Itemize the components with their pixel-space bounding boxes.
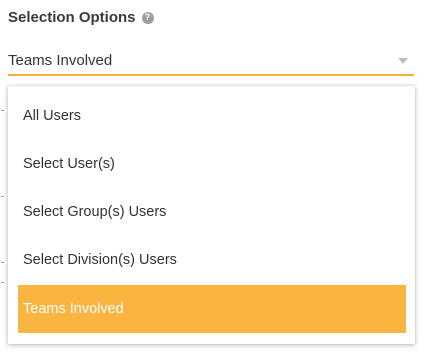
option-label: Select User(s) <box>23 156 115 172</box>
option-label: Teams Involved <box>23 301 124 317</box>
option-select-division-users[interactable]: Select Division(s) Users <box>18 236 406 284</box>
option-select-group-users[interactable]: Select Group(s) Users <box>18 188 406 236</box>
help-icon[interactable]: ? <box>141 11 154 24</box>
option-label: Select Division(s) Users <box>23 252 177 268</box>
background-divider <box>1 282 4 283</box>
select-current-value: Teams Involved <box>8 52 113 69</box>
background-divider <box>1 110 4 111</box>
option-select-users[interactable]: Select User(s) <box>18 140 406 188</box>
option-label: Select Group(s) Users <box>23 204 167 220</box>
selection-dropdown-menu: All Users Select User(s) Select Group(s)… <box>8 86 415 344</box>
section-title: Selection Options ? <box>8 9 154 26</box>
option-label: All Users <box>23 108 82 124</box>
selection-select[interactable]: Teams Involved <box>8 46 414 76</box>
background-divider <box>1 262 4 263</box>
background-divider <box>1 196 4 197</box>
section-title-label: Selection Options <box>8 9 136 26</box>
option-all-users[interactable]: All Users <box>18 92 406 140</box>
caret-down-icon[interactable] <box>398 58 408 64</box>
option-teams-involved[interactable]: Teams Involved <box>18 285 406 333</box>
selection-options-panel: Selection Options ? Teams Involved All U… <box>0 0 428 354</box>
